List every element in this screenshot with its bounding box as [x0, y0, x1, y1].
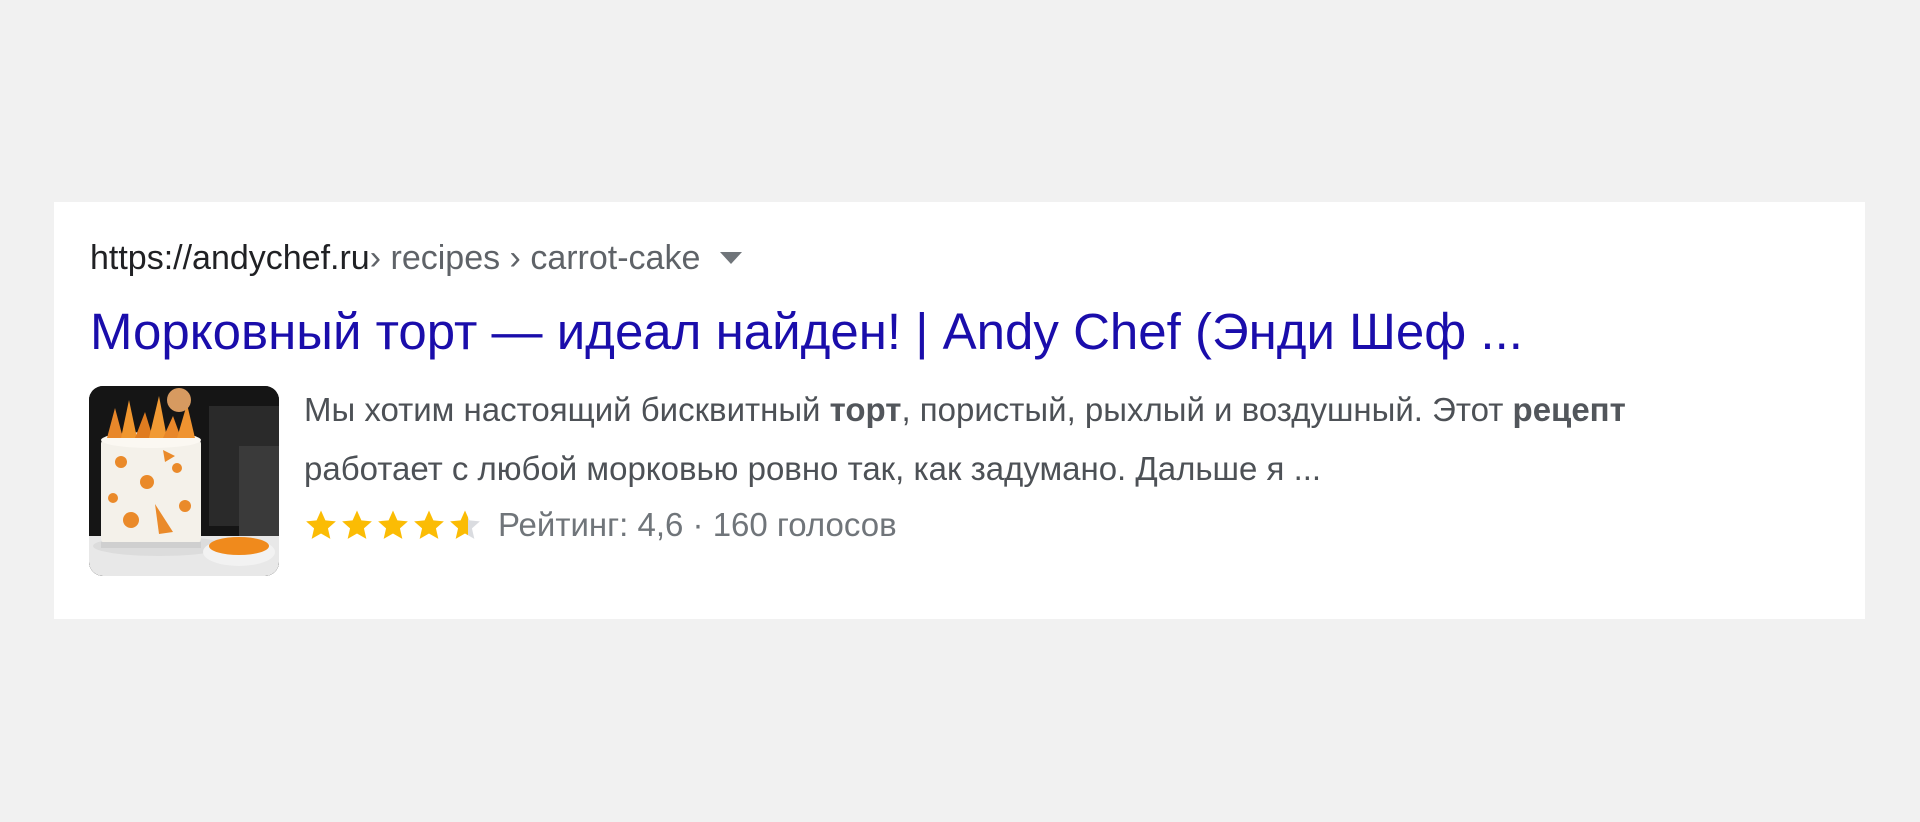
result-title-link[interactable]: Морковный торт — идеал найден! | Andy Ch… [90, 300, 1523, 364]
breadcrumb-path: › recipes › carrot-cake [369, 239, 701, 277]
star-icon [414, 510, 444, 539]
snippet-text-3: работает с любой морковью ровно так, как… [304, 450, 1322, 487]
search-result-card: https://andychef.ru › recipes › carrot-c… [54, 202, 1865, 619]
star-icon [306, 510, 336, 539]
snippet-keyword-1: торт [829, 391, 902, 428]
star-rating-icon [304, 508, 484, 542]
caret-down-icon[interactable] [720, 252, 743, 264]
star-icon [378, 510, 408, 539]
snippet-text-1: Мы хотим настоящий бисквитный [304, 391, 830, 428]
carrot-cake-thumbnail-image [89, 386, 279, 576]
result-breadcrumb: https://andychef.ru › recipes › carrot-c… [90, 236, 743, 280]
result-thumbnail[interactable] [89, 386, 279, 576]
star-icon [342, 510, 372, 539]
rating-row: Рейтинг: 4,6 · 160 голосов [304, 500, 897, 550]
breadcrumb-domain[interactable]: https://andychef.ru [90, 236, 370, 280]
snippet-keyword-2: рецепт [1512, 391, 1626, 428]
rating-text: Рейтинг: 4,6 · 160 голосов [498, 506, 897, 543]
result-snippet: Мы хотим настоящий бисквитный торт, пори… [304, 380, 1764, 498]
snippet-text-2: , пористый, рыхлый и воздушный. Этот [901, 391, 1513, 428]
star-icon [450, 510, 480, 539]
